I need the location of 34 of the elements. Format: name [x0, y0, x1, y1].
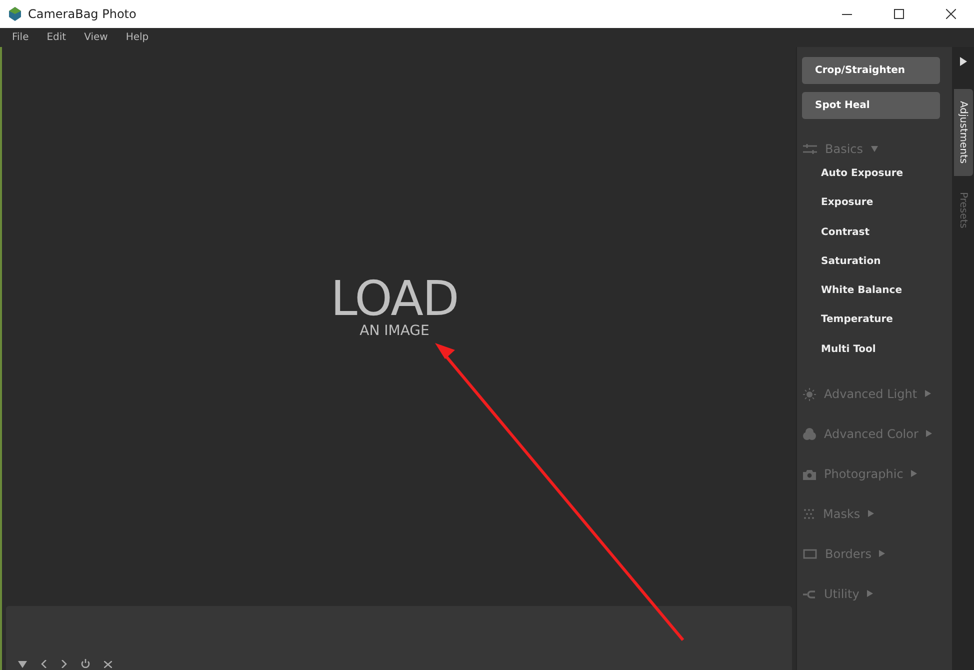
load-image-prompt[interactable]: LOAD AN IMAGE [330, 274, 458, 338]
chevron-left-icon[interactable] [41, 660, 47, 668]
maximize-icon [894, 9, 904, 19]
adjustment-item[interactable]: White Balance [797, 284, 952, 314]
adjustment-item[interactable]: Multi Tool [797, 342, 952, 372]
frame-icon [803, 549, 817, 560]
dot-grid-icon [803, 508, 815, 520]
load-subline: AN IMAGE [360, 322, 430, 338]
adjustment-item[interactable]: Contrast [797, 226, 952, 255]
close-icon[interactable] [104, 661, 112, 668]
tool-button[interactable]: Spot Heal [802, 92, 940, 119]
chevron-right-icon[interactable] [61, 660, 67, 668]
power-icon[interactable] [81, 659, 90, 668]
close-icon [946, 9, 956, 19]
triangle-down-icon[interactable] [18, 661, 27, 668]
adjustment-item[interactable]: Saturation [797, 254, 952, 284]
adjustment-item[interactable]: Temperature [797, 313, 952, 343]
menu-item[interactable]: File [12, 32, 29, 43]
sliders-icon [803, 144, 817, 154]
color-blobs-icon [803, 428, 816, 440]
menu-item[interactable]: Edit [46, 32, 66, 43]
menu-item[interactable]: Help [126, 32, 149, 43]
plug-icon [803, 590, 816, 599]
triangle-right-icon[interactable] [960, 57, 966, 66]
side-tab[interactable]: Adjustments [954, 89, 972, 176]
tool-button[interactable]: Crop/Straighten [802, 57, 940, 84]
adjustment-item[interactable]: Auto Exposure [797, 167, 952, 196]
adjustment-item[interactable]: Exposure [797, 196, 952, 226]
menu-item[interactable]: View [84, 32, 108, 43]
camera-icon [803, 468, 816, 480]
window-title: CameraBag Photo [28, 7, 138, 21]
app-logo-icon [8, 7, 22, 21]
load-headline: LOAD [330, 274, 458, 322]
sun-icon [803, 388, 816, 401]
